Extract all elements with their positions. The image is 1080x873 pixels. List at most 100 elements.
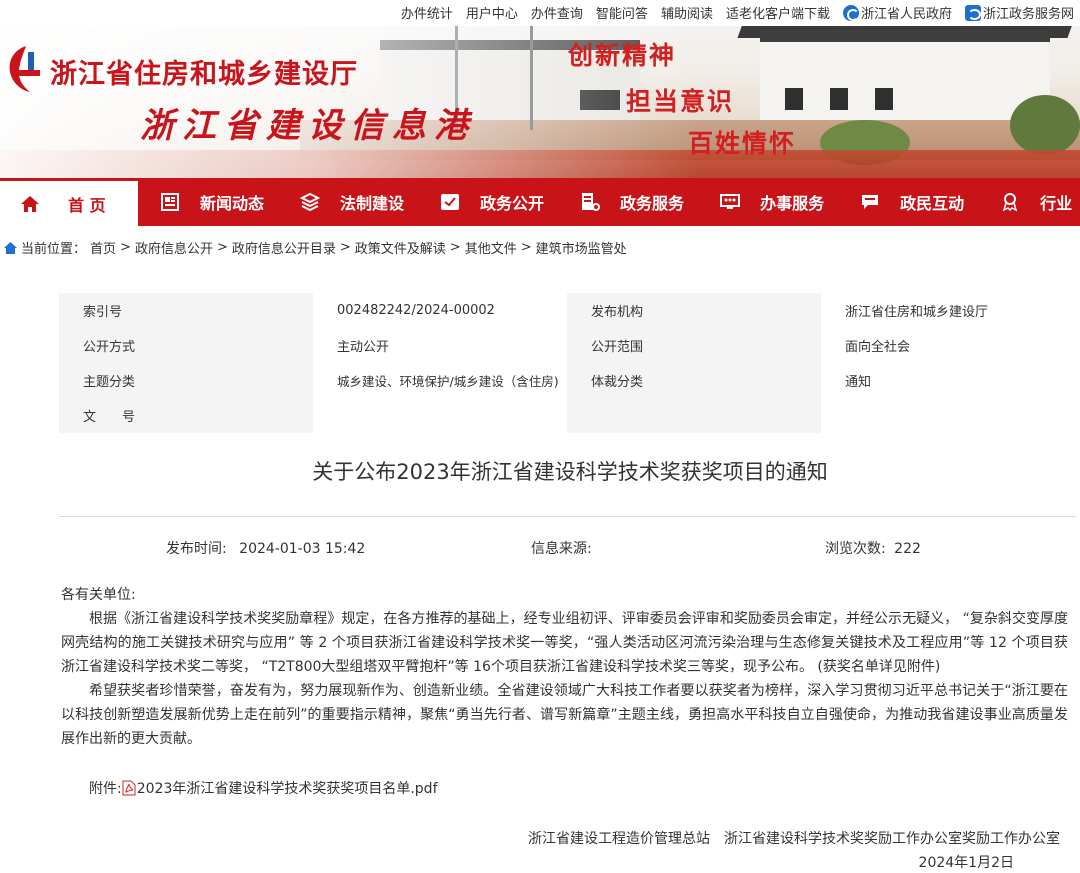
article-body: 各有关单位: 根据《浙江省建设科学技术奖奖励章程》规定，在各方推荐的基础上，经专… (61, 583, 1068, 751)
top-utility-bar: 办件统计 用户中心 办件查询 智能问答 辅助阅读 适老化客户端下载 浙江省人民政… (0, 0, 1080, 26)
nav-item-service[interactable]: 政务服务 (580, 178, 684, 226)
news-icon (161, 193, 179, 211)
breadcrumb-item-info-catalog[interactable]: 政府信息公开目录 (232, 238, 336, 257)
paragraph: 希望获奖者珍惜荣誉，奋发有为，努力展现新作为、创造新业绩。全省建设领域广大科技工… (61, 683, 1068, 747)
info-label: 发布机构 (591, 305, 644, 320)
info-value (313, 398, 567, 433)
breadcrumb-item-market-office[interactable]: 建筑市场监管处 (536, 238, 627, 257)
service-logo-icon (964, 4, 981, 21)
issue-date: 2024年1月2日 (918, 855, 1014, 871)
breadcrumb-item-gov-info[interactable]: 政府信息公开 (135, 238, 213, 257)
signature: 浙江省建设工程造价管理总站 浙江省建设科学技术奖奖励工作办公室奖励工作办公室 (528, 831, 1060, 847)
slogan-2: 担当意识 (626, 87, 735, 116)
banner-window (830, 88, 848, 110)
info-source-label: 信息来源: (531, 541, 592, 557)
nav-item-label: 新闻动态 (200, 194, 265, 213)
nav-item-home[interactable]: 首 页 (0, 178, 138, 226)
breadcrumb-item-home[interactable]: 首页 (90, 238, 116, 257)
breadcrumb-item-other-files[interactable]: 其他文件 (465, 238, 517, 257)
publish-time: 发布时间: 2024-01-03 15:42 (166, 538, 365, 558)
salutation: 各有关单位: (61, 587, 136, 603)
nav-item-interaction[interactable]: 政民互动 (860, 178, 964, 226)
info-label: 体裁分类 (591, 375, 644, 390)
info-value: 通知 (821, 363, 1076, 398)
nav-item-label: 行业 (1040, 194, 1073, 213)
publish-time-value: 2024-01-03 15:42 (239, 541, 366, 557)
top-link-query[interactable]: 办件查询 (531, 3, 583, 22)
info-value: 浙江省住房和城乡建设厅 (821, 293, 1076, 328)
top-link-elderly-client[interactable]: 适老化客户端下载 (726, 3, 830, 22)
info-row: 索引号 002482242/2024-00002 发布机构 浙江省住房和城乡建设… (59, 293, 1076, 328)
nav-item-label: 办事服务 (760, 194, 825, 213)
top-link-reading-aid[interactable]: 辅助阅读 (661, 3, 713, 22)
attachment-label: 附件: (89, 781, 122, 797)
info-value: 主动公开 (313, 328, 567, 363)
breadcrumb-separator: > (520, 240, 532, 255)
info-value: 面向全社会 (821, 328, 1076, 363)
info-label: 文 号 (83, 410, 136, 425)
pdf-icon (122, 780, 136, 796)
nav-item-label: 政务公开 (480, 194, 545, 213)
affairs-icon (720, 194, 741, 209)
industry-icon (1002, 193, 1018, 212)
main-nav: 首 页 新闻动态 法制建设 政务公开 政务服务 办事服务 政民互动 行业 (0, 178, 1080, 226)
view-count-value: 222 (894, 541, 921, 557)
top-link-service-net[interactable]: 浙江政务服务网 (964, 3, 1074, 22)
info-value: 城乡建设、环境保护/城乡建设（含住房) (313, 363, 567, 398)
info-label: 索引号 (83, 305, 123, 320)
gov-logo-icon (842, 4, 859, 21)
home-icon (21, 195, 39, 212)
interaction-icon (862, 195, 879, 209)
info-source: 信息来源: (531, 538, 592, 558)
publish-time-label: 发布时间: (166, 541, 227, 557)
slogan-3: 百姓情怀 (688, 129, 797, 158)
banner-window (875, 88, 893, 110)
nav-item-label: 法制建设 (340, 194, 405, 213)
top-link-stats[interactable]: 办件统计 (401, 3, 453, 22)
attachment: 附件: 2023年浙江省建设科学技术奖获奖项目名单.pdf (89, 778, 438, 798)
document-info-table: 索引号 002482242/2024-00002 发布机构 浙江省住房和城乡建设… (59, 293, 1076, 433)
breadcrumb: 当前位置： 首页 > 政府信息公开 > 政府信息公开目录 > 政策文件及解读 >… (4, 238, 627, 257)
nav-item-label: 首 页 (68, 195, 106, 215)
article-title: 关于公布2023年浙江省建设科学技术奖获奖项目的通知 (312, 460, 828, 484)
top-link-user-center[interactable]: 用户中心 (466, 3, 518, 22)
banner-tree (1010, 95, 1080, 155)
slogan-1: 创新精神 (568, 41, 677, 70)
nav-item-news[interactable]: 新闻动态 (160, 178, 264, 226)
view-count: 浏览次数: 222 (825, 538, 921, 558)
breadcrumb-separator: > (120, 240, 131, 255)
law-icon (300, 192, 321, 212)
site-title: 浙江省建设信息港 (140, 106, 476, 146)
info-label: 主题分类 (83, 375, 136, 390)
breadcrumb-separator: > (449, 240, 461, 255)
info-label: 公开范围 (591, 340, 644, 355)
location-home-icon (4, 241, 17, 254)
paragraph: 根据《浙江省建设科学技术奖奖励章程》规定，在各方推荐的基础上，经专业组初评、评审… (61, 611, 1068, 675)
title-divider (59, 516, 1076, 517)
info-row: 主题分类 城乡建设、环境保护/城乡建设（含住房) 体裁分类 通知 (59, 363, 1076, 398)
info-row: 文 号 (59, 398, 1076, 433)
nav-item-label: 政务服务 (620, 194, 685, 213)
top-link-provincial-gov[interactable]: 浙江省人民政府 (842, 3, 952, 22)
attachment-file-link[interactable]: 2023年浙江省建设科学技术奖获奖项目名单.pdf (137, 778, 438, 798)
info-value: 002482242/2024-00002 (313, 293, 567, 328)
nav-item-law[interactable]: 法制建设 (300, 178, 404, 226)
nav-item-disclosure[interactable]: 政务公开 (440, 178, 544, 226)
nav-item-label: 政民互动 (900, 194, 965, 213)
breadcrumb-separator: > (216, 240, 228, 255)
breadcrumb-item-policy[interactable]: 政策文件及解读 (355, 238, 446, 257)
info-value (821, 398, 1076, 433)
org-title: 浙江省住房和城乡建设厅 (50, 59, 358, 90)
breadcrumb-label: 当前位置： (21, 242, 87, 257)
nav-item-industry[interactable]: 行业 (1000, 178, 1072, 226)
info-label (567, 398, 821, 433)
nav-item-affairs[interactable]: 办事服务 (720, 178, 824, 226)
service-icon (582, 193, 601, 211)
top-link-qa[interactable]: 智能问答 (596, 3, 648, 22)
info-label: 公开方式 (83, 340, 136, 355)
banner-window (785, 88, 803, 110)
view-count-label: 浏览次数: (825, 541, 886, 557)
header-banner: 浙江省住房和城乡建设厅 浙江省建设信息港 创新精神 担当意识 百姓情怀 (0, 0, 1080, 178)
breadcrumb-separator: > (339, 240, 351, 255)
disclosure-icon (441, 194, 460, 210)
